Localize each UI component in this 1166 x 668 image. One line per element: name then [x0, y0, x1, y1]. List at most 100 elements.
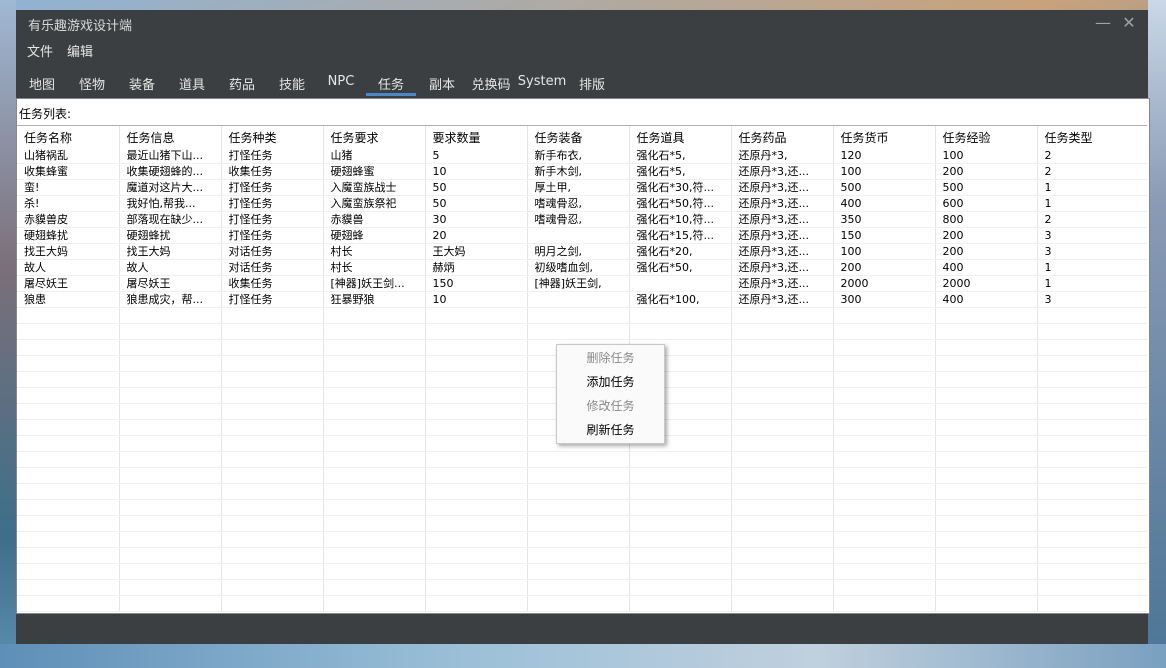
table-row[interactable]: 蛮! 魔道对这片大... 打怪任务 入魔蛮族战士 50 厚土甲, 强化石*30,符... 还原… [17, 179, 1147, 196]
column-header[interactable]: 任务装备 [527, 126, 630, 148]
tab-equipment[interactable]: 装备 [122, 74, 162, 96]
tab-npc[interactable]: NPC [320, 74, 362, 96]
table-cell [425, 563, 528, 580]
title-bar[interactable]: 有乐趣游戏设计端 — ✕ [16, 10, 1148, 36]
menu-edit[interactable]: 编辑 [67, 41, 93, 60]
column-header[interactable]: 任务信息 [119, 126, 222, 148]
table-cell [119, 387, 222, 404]
quest-list-label: 任务列表: [19, 107, 72, 121]
table-cell [119, 579, 222, 596]
table-cell: 新手木剑, [527, 163, 630, 180]
table-cell [323, 371, 426, 388]
column-header[interactable]: 任务种类 [221, 126, 324, 148]
table-cell [17, 499, 120, 516]
table-cell [629, 563, 732, 580]
table-cell: 1 [1037, 195, 1147, 212]
window-title: 有乐趣游戏设计端 [28, 19, 133, 34]
column-header[interactable]: 任务货币 [833, 126, 936, 148]
table-row[interactable]: 赤貘兽皮 部落现在缺少... 打怪任务 赤貘兽 30 嗜魂骨忍, 强化石*10,符... 还原… [17, 211, 1147, 228]
table-cell: 打怪任务 [221, 148, 324, 164]
table-cell [323, 531, 426, 548]
table-cell [221, 323, 324, 340]
tab-item[interactable]: 道具 [172, 74, 212, 96]
desktop-background-bottom [0, 644, 1166, 668]
table-cell [731, 419, 834, 436]
table-cell [731, 435, 834, 452]
table-cell [629, 275, 732, 292]
table-cell [1037, 515, 1147, 532]
column-header[interactable]: 任务道具 [629, 126, 732, 148]
table-cell: 魔道对这片大... [119, 179, 222, 196]
table-cell [935, 595, 1038, 612]
column-header[interactable]: 要求数量 [425, 126, 528, 148]
table-cell [323, 515, 426, 532]
table-row[interactable]: 屠尽妖王 屠尽妖王 收集任务 [神器]妖王剑... 150 [神器]妖王剑, 还原丹*3,还… [17, 275, 1147, 292]
table-cell [629, 323, 732, 340]
table-row[interactable]: 杀! 我好怕,帮我... 打怪任务 入魔蛮族祭祀 50 嗜魂骨忍, 强化石*50,符... 还… [17, 195, 1147, 212]
tab-dungeon[interactable]: 副本 [422, 74, 462, 96]
tab-redeem-code[interactable]: 兑换码 [468, 74, 514, 96]
tab-medicine[interactable]: 药品 [222, 74, 262, 96]
table-cell [1037, 307, 1147, 324]
empty-table-row [17, 547, 1147, 564]
table-cell [1037, 563, 1147, 580]
table-row[interactable]: 山猪祸乱 最近山猪下山... 打怪任务 山猪 5 新手布衣, 强化石*5, 还原丹*3, 120… [17, 148, 1147, 164]
table-cell: 还原丹*3,还... [731, 211, 834, 228]
table-cell [425, 579, 528, 596]
tab-monster[interactable]: 怪物 [72, 74, 112, 96]
table-cell: 硬翅蜂扰 [17, 227, 120, 244]
app-window: 有乐趣游戏设计端 — ✕ 文件 编辑 地图 怪物 装备 道具 药品 技能 NPC… [16, 10, 1150, 644]
column-header[interactable]: 任务要求 [323, 126, 426, 148]
table-row[interactable]: 收集蜂蜜 收集硬翅蜂的... 收集任务 硬翅蜂蜜 10 新手木剑, 强化石*5, 还原丹*3,… [17, 163, 1147, 180]
table-cell [221, 387, 324, 404]
column-header[interactable]: 任务名称 [17, 126, 120, 148]
table-cell [119, 435, 222, 452]
column-header[interactable]: 任务经验 [935, 126, 1038, 148]
table-cell [425, 307, 528, 324]
table-cell: 找王大妈 [119, 243, 222, 260]
table-cell: 3 [1037, 243, 1147, 260]
tab-system[interactable]: System [516, 74, 568, 96]
table-cell: 10 [425, 291, 528, 308]
refresh-quest-menu-item[interactable]: 刷新任务 [557, 418, 664, 442]
column-header[interactable]: 任务类型 [1037, 126, 1147, 148]
table-cell [833, 403, 936, 420]
table-row[interactable]: 找王大妈 找王大妈 对话任务 村长 王大妈 明月之剑, 强化石*20, 还原丹*3,还... 1… [17, 243, 1147, 260]
table-cell [425, 387, 528, 404]
tab-layout[interactable]: 排版 [572, 74, 612, 96]
table-cell [1037, 323, 1147, 340]
tab-quest[interactable]: 任务 [366, 74, 416, 96]
table-cell [1037, 387, 1147, 404]
minimize-button[interactable]: — [1092, 13, 1114, 33]
menu-file[interactable]: 文件 [27, 41, 53, 60]
tab-skill[interactable]: 技能 [272, 74, 312, 96]
table-cell [731, 403, 834, 420]
edit-quest-menu-item[interactable]: 修改任务 [557, 394, 664, 418]
table-row[interactable]: 故人 故人 对话任务 村长 赫炳 初级嗜血剑, 强化石*50, 还原丹*3,还... 200 40… [17, 259, 1147, 276]
tab-bar: 地图 怪物 装备 道具 药品 技能 NPC 任务 副本 兑换码 System 排… [16, 72, 1148, 96]
table-cell [935, 403, 1038, 420]
table-cell [731, 355, 834, 372]
table-cell: 强化石*30,符... [629, 179, 732, 196]
table-cell: 赤貘兽皮 [17, 211, 120, 228]
table-cell: 强化石*20, [629, 243, 732, 260]
table-cell: 收集硬翅蜂的... [119, 163, 222, 180]
column-header[interactable]: 任务药品 [731, 126, 834, 148]
table-cell: 硬翅蜂扰 [119, 227, 222, 244]
table-cell: 200 [833, 259, 936, 276]
table-cell [221, 515, 324, 532]
table-cell: 600 [935, 195, 1038, 212]
add-quest-menu-item[interactable]: 添加任务 [557, 370, 664, 394]
table-cell [17, 323, 120, 340]
tab-map[interactable]: 地图 [22, 74, 62, 96]
table-cell [1037, 499, 1147, 516]
table-row[interactable]: 狼患 狼患成灾，帮... 打怪任务 狂暴野狼 10 强化石*100, 还原丹*3,还... 3… [17, 291, 1147, 308]
delete-quest-menu-item[interactable]: 删除任务 [557, 346, 664, 370]
table-cell [731, 563, 834, 580]
table-cell: 村长 [323, 243, 426, 260]
table-cell [323, 579, 426, 596]
table-cell [425, 547, 528, 564]
close-button[interactable]: ✕ [1118, 13, 1140, 33]
table-row[interactable]: 硬翅蜂扰 硬翅蜂扰 打怪任务 硬翅蜂 20 强化石*15,符... 还原丹*3,还... 15… [17, 227, 1147, 244]
table-cell: 狼患 [17, 291, 120, 308]
